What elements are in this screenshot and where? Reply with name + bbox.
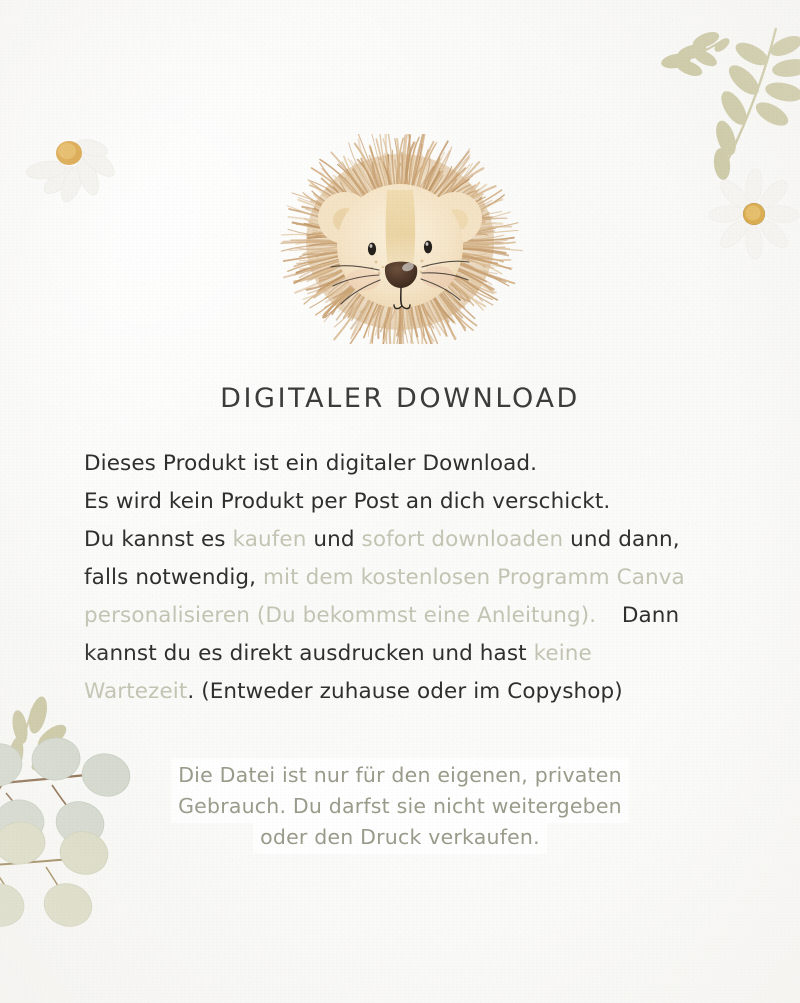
notice-line-1: Die Datei ist nur für den eigenen, priva… [176,763,624,787]
usage-notice: Die Datei ist nur für den eigenen, priva… [0,760,800,853]
notice-line-2: Gebrauch. Du darfst sie nicht weitergebe… [176,794,624,818]
body-line-2: Es wird kein Produkt per Post an dich ve… [84,489,611,514]
body-line-3-c: und dann, [563,527,680,552]
daisy-flower-icon [22,118,132,214]
body-line-1: Dieses Produkt ist ein digitaler Downloa… [84,451,538,476]
page-title: DIGITALER DOWNLOAD [220,383,580,414]
body-line-3: Du kannst es kaufen und sofort downloade… [84,521,720,559]
body-line-7-b: . (Entweder zuhause oder im Copyshop) [187,679,623,704]
body-line-3-b: und [306,527,362,552]
body-line-6-muted: keine [533,641,592,666]
body-line-4-a: falls notwendig, [84,565,264,590]
body-line-3-muted-downloaden: sofort downloaden [361,527,564,552]
body-line-5-b: Dann [621,603,680,628]
body-line-7: Wartezeit. (Entweder zuhause oder im Cop… [84,673,720,711]
body-line-3-muted-kaufen: kaufen [232,527,307,552]
body-line-5-muted: personalisieren (Du bekommst eine Anleit… [84,603,597,628]
lion-head-illustration [275,129,525,357]
body-line-6: kannst du es direkt ausdrucken und hast … [84,635,720,673]
body-copy: Dieses Produkt ist ein digitaler Downloa… [84,445,720,711]
notice-line-3: oder den Druck verkaufen. [258,825,542,849]
daisy-flower-icon [708,168,800,264]
body-line-6-a: kannst du es direkt ausdrucken und hast [84,641,534,666]
body-line-4-muted: mit dem kostenlosen Programm Canva [263,565,685,590]
body-line-7-muted: Wartezeit [84,679,188,704]
body-line-4: falls notwendig, mit dem kostenlosen Pro… [84,559,720,597]
olive-branch-icon [648,10,800,264]
body-line-3-a: Du kannst es [84,527,233,552]
poster-canvas: DIGITALER DOWNLOAD Dieses Produkt ist ei… [0,0,800,1003]
body-line-5: personalisieren (Du bekommst eine Anleit… [84,597,720,635]
